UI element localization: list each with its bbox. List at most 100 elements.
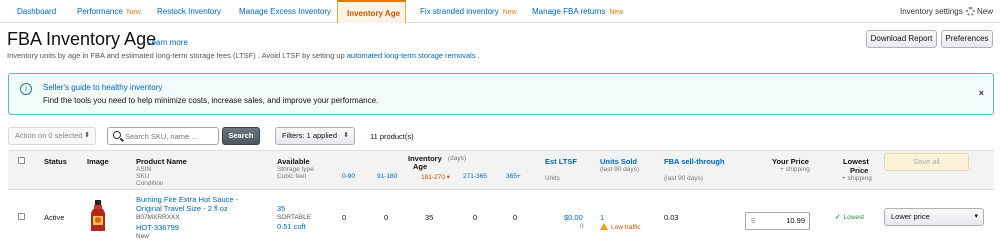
checkmark-icon: ✓ xyxy=(835,214,841,221)
tab-label: Inventory Age xyxy=(347,9,401,18)
select-all-checkbox[interactable] xyxy=(18,157,25,164)
tab-label: Fix stranded inventory xyxy=(420,7,499,16)
tab-manage-excess-inventory[interactable]: Manage Excess Inventory xyxy=(230,0,340,23)
tab-restock-inventory[interactable]: Restock Inventory xyxy=(148,0,230,23)
lower-price-dropdown[interactable]: Lower price ▾ xyxy=(884,208,984,226)
product-image[interactable] xyxy=(86,199,110,233)
col-lowest: Lowest xyxy=(843,157,869,166)
search-input[interactable] xyxy=(125,129,217,143)
low-traffic-alert: Low traffic xyxy=(600,223,641,231)
inventory-settings-label: Inventory settings xyxy=(900,7,963,16)
low-traffic-label: Low traffic xyxy=(611,224,641,231)
tab-inventory-age[interactable]: Inventory Age xyxy=(337,0,406,23)
close-icon[interactable]: × xyxy=(979,88,984,98)
col-units: Units xyxy=(545,175,560,182)
product-asin: B07MXRRXXX xyxy=(136,214,180,221)
age-365-plus-value: 0 xyxy=(513,213,518,222)
download-report-button[interactable]: Download Report xyxy=(866,30,937,48)
inventory-settings-link[interactable]: Inventory settings xyxy=(900,0,963,23)
currency-symbol: $ xyxy=(751,216,756,225)
lowest-label: Lowest xyxy=(843,214,865,221)
price-input[interactable]: $ 10.99 xyxy=(745,212,810,230)
col-cubic-feet: Cubic feet xyxy=(277,173,307,180)
tab-label: Restock Inventory xyxy=(157,7,222,16)
col-sku: SKU xyxy=(136,173,150,180)
banner-title-link[interactable]: Seller's guide to healthy inventory xyxy=(43,83,162,92)
est-ltsf-units: 0 xyxy=(580,223,584,230)
settings-new[interactable]: New xyxy=(966,0,993,23)
learn-more-link[interactable]: Learn more xyxy=(147,38,188,47)
search-field[interactable] xyxy=(107,127,219,145)
subtitle-suffix: . xyxy=(477,51,480,60)
product-sku-link[interactable]: HOT-336799 xyxy=(136,223,179,232)
age-range-0-90[interactable]: 0-90 xyxy=(342,173,355,180)
col-condition: Condition xyxy=(136,180,164,187)
col-image: Image xyxy=(87,157,109,166)
search-button[interactable]: Search xyxy=(222,127,260,145)
col-status[interactable]: Status xyxy=(44,157,67,166)
col-days: (days) xyxy=(448,155,467,162)
page-title: FBA Inventory Age xyxy=(7,29,157,49)
tab-dashboard[interactable]: Dashboard xyxy=(8,0,65,23)
new-badge: New xyxy=(609,9,624,16)
storage-type: SORTABLE xyxy=(277,214,312,221)
price-value: 10.99 xyxy=(786,216,805,225)
tab-bar: Dashboard Performance New Restock Invento… xyxy=(0,0,1000,23)
col-fba-sell-through[interactable]: FBA sell-through xyxy=(664,157,725,166)
col-your-price[interactable]: Your Price xyxy=(772,157,809,166)
search-icon xyxy=(113,131,121,139)
tab-label: Manage FBA returns xyxy=(532,7,606,16)
tab-label: Manage Excess Inventory xyxy=(239,7,332,16)
age-range-91-180[interactable]: 91-180 xyxy=(377,173,397,180)
col-your-price-shipping: + shipping xyxy=(780,166,810,173)
bulk-action-label: Action on 0 selected xyxy=(15,131,83,140)
long-term-storage-removals-link[interactable]: automated long-term storage removals xyxy=(347,51,476,60)
row-checkbox[interactable] xyxy=(18,213,25,220)
col-lowest-shipping: + shipping xyxy=(842,175,872,182)
product-name-link-line2[interactable]: Original Travel Size - 2 fl oz xyxy=(136,204,228,213)
filters-dropdown[interactable]: Filters: 1 applied ⬍ xyxy=(275,127,355,145)
new-badge: New xyxy=(977,7,994,16)
tab-performance[interactable]: Performance New xyxy=(68,0,150,23)
subtitle-text: Inventory units by age in FBA and estima… xyxy=(7,51,345,60)
sell-through-value: 0.03 xyxy=(664,213,679,222)
col-available[interactable]: Available xyxy=(277,157,310,166)
gear-icon xyxy=(966,7,975,17)
age-range-365-plus[interactable]: 365+ xyxy=(506,173,521,180)
lower-price-label: Lower price xyxy=(891,212,930,221)
age-range-271-365[interactable]: 271-365 xyxy=(463,173,487,180)
est-ltsf-value[interactable]: $0.00 xyxy=(564,213,583,222)
col-sell-through-period: (last 90 days) xyxy=(664,175,704,182)
units-sold-value[interactable]: 1 xyxy=(600,213,604,222)
filters-label: Filters: 1 applied xyxy=(282,131,338,140)
col-est-ltsf[interactable]: Est LTSF xyxy=(545,157,577,166)
col-units-sold[interactable]: Units Sold xyxy=(600,157,637,166)
preferences-button[interactable]: Preferences xyxy=(941,30,993,48)
new-badge: New xyxy=(502,9,517,16)
info-icon: i xyxy=(20,83,32,95)
col-product-name[interactable]: Product Name xyxy=(136,157,187,166)
product-condition: New xyxy=(136,233,150,240)
new-badge: New xyxy=(126,9,141,16)
age-0-90-value: 0 xyxy=(342,213,347,222)
tab-label: Performance xyxy=(77,7,123,16)
col-asin: ASIN xyxy=(136,166,152,173)
tab-fix-stranded-inventory[interactable]: Fix stranded inventory New xyxy=(411,0,526,23)
available-quantity[interactable]: 35 xyxy=(277,204,285,213)
col-storage-type: Storage type xyxy=(277,166,314,173)
product-name-link[interactable]: Burning Fire Extra Hot Sauce - xyxy=(136,195,238,204)
age-range-181-270[interactable]: 181-270 ▾ xyxy=(421,173,450,181)
save-all-button[interactable]: Save all xyxy=(884,153,969,171)
age-91-180-value: 0 xyxy=(384,213,389,222)
sort-down-icon: ▾ xyxy=(446,174,450,181)
age-range-label: 181-270 xyxy=(421,174,445,181)
info-banner: i Seller's guide to healthy inventory Fi… xyxy=(8,73,994,115)
lowest-price-indicator: ✓ Lowest xyxy=(835,213,864,221)
warning-icon xyxy=(600,223,608,230)
col-units-sold-period: (last 90 days) xyxy=(600,166,640,173)
age-271-365-value: 0 xyxy=(473,213,478,222)
bulk-action-select[interactable]: Action on 0 selected ⬍ xyxy=(8,127,96,145)
tab-manage-fba-returns[interactable]: Manage FBA returns New xyxy=(523,0,632,23)
banner-text: Find the tools you need to help minimize… xyxy=(43,96,379,105)
row-status: Active xyxy=(44,213,65,222)
